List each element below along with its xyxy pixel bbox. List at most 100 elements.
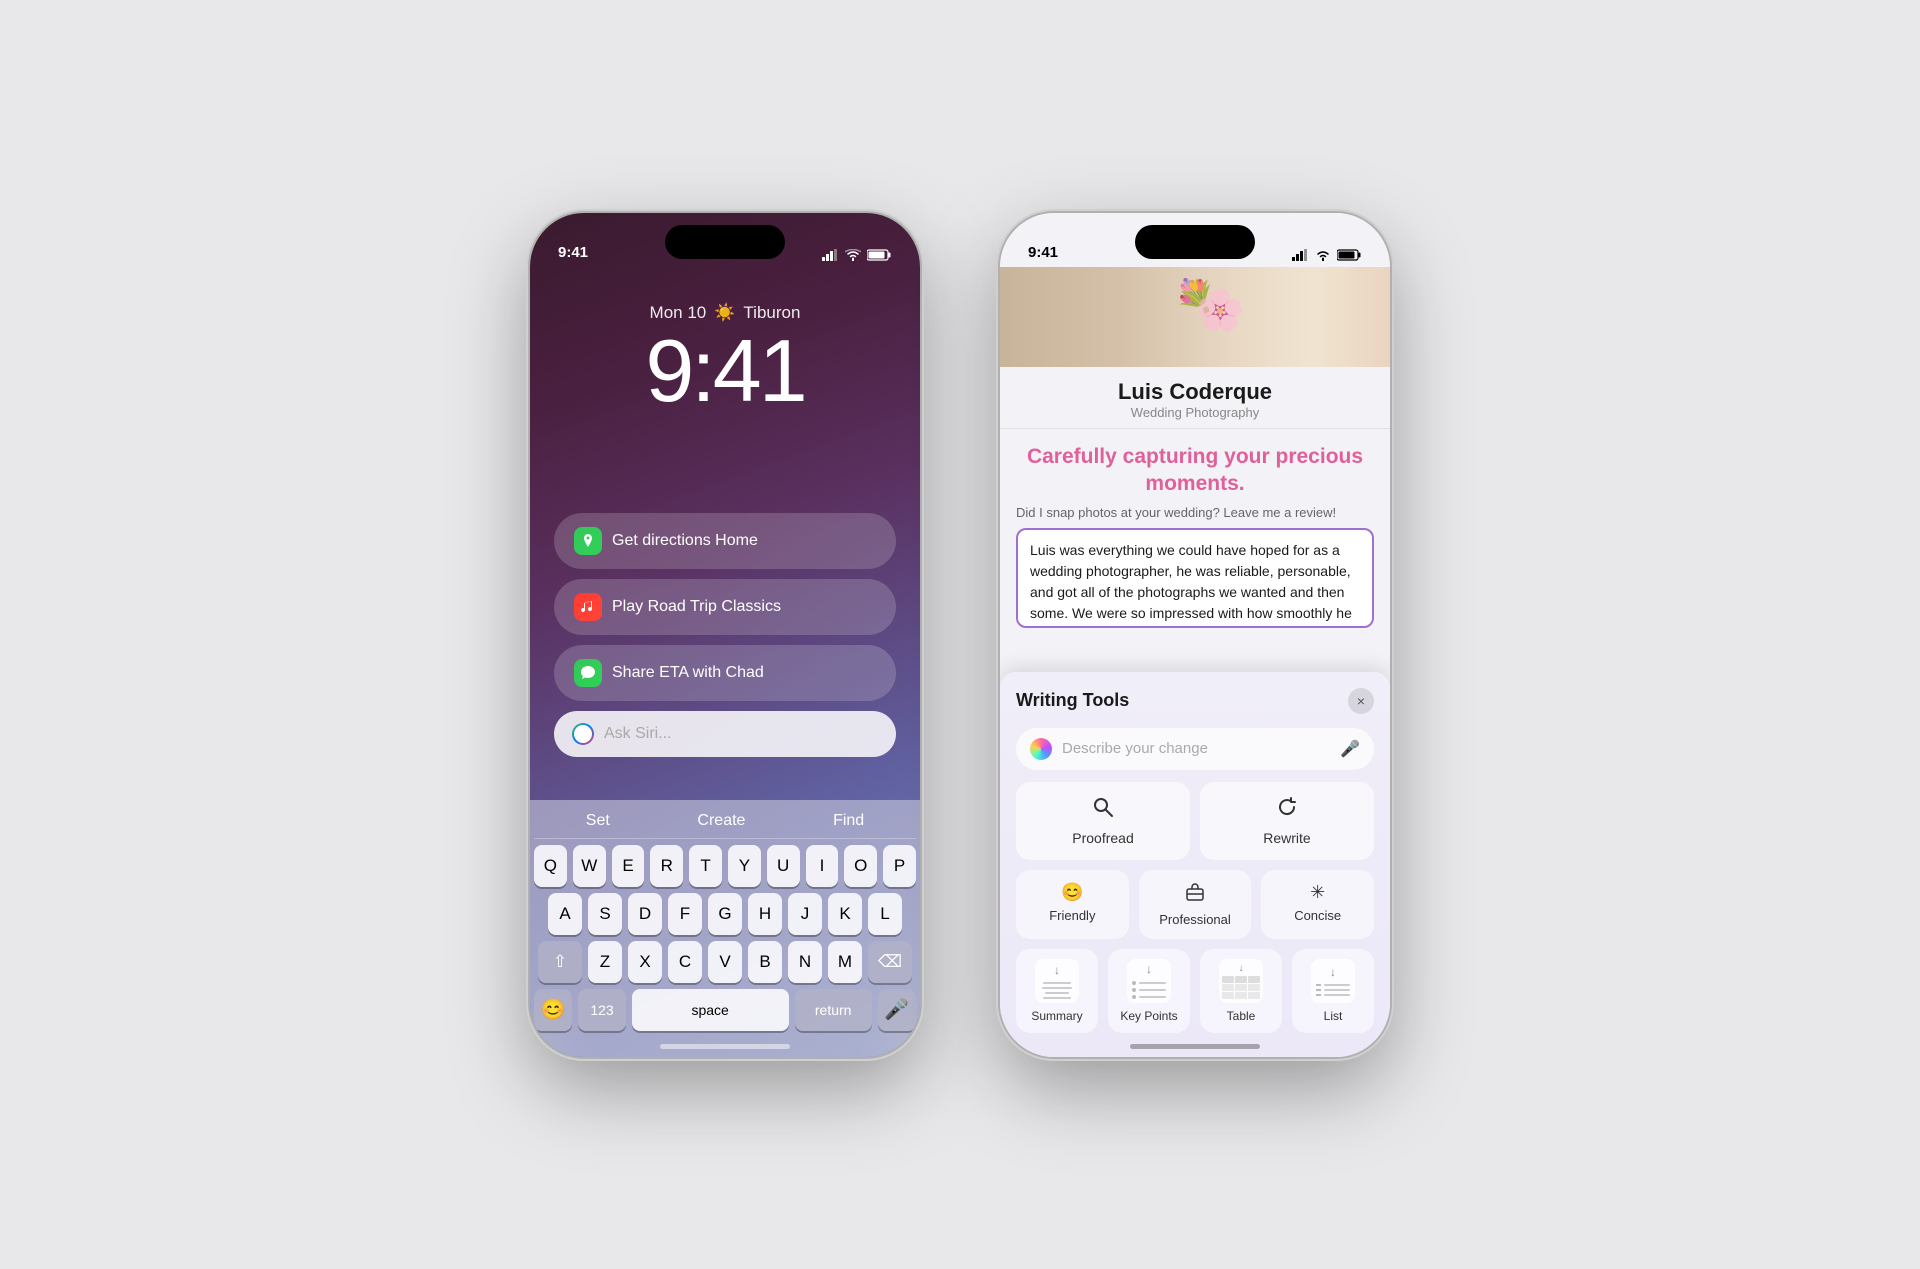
key-e[interactable]: E <box>612 845 645 887</box>
battery-icon-right <box>1337 249 1362 261</box>
key-z[interactable]: Z <box>588 941 622 983</box>
key-n[interactable]: N <box>788 941 822 983</box>
photo-banner: 💐 <box>1000 267 1390 367</box>
key-v[interactable]: V <box>708 941 742 983</box>
keyboard-row-3: ⇧ Z X C V B N M ⌫ <box>534 941 916 983</box>
table-button[interactable]: ↓ <box>1200 949 1282 1033</box>
key-b[interactable]: B <box>748 941 782 983</box>
key-g[interactable]: G <box>708 893 742 935</box>
suggestion-messages[interactable]: Share ETA with Chad <box>554 645 896 701</box>
signal-icon-right <box>1292 249 1309 261</box>
key-p[interactable]: P <box>883 845 916 887</box>
dynamic-island-right <box>1135 225 1255 259</box>
key-q[interactable]: Q <box>534 845 567 887</box>
format-row: ↓ Summary ↓ <box>1016 949 1374 1033</box>
lock-time: 9:41 <box>530 327 920 415</box>
keyboard-suggestion-2[interactable]: Find <box>833 812 864 830</box>
key-r[interactable]: R <box>650 845 683 887</box>
friendly-button[interactable]: 😊 Friendly <box>1016 870 1129 939</box>
lock-location: Tiburon <box>743 303 800 323</box>
status-time-left: 9:41 <box>558 244 588 261</box>
review-text: Luis was everything we could have hoped … <box>1030 542 1352 628</box>
summary-button[interactable]: ↓ Summary <box>1016 949 1098 1033</box>
rewrite-icon <box>1276 796 1298 824</box>
key-l[interactable]: L <box>868 893 902 935</box>
key-emoji[interactable]: 😊 <box>534 989 572 1031</box>
suggestion-music[interactable]: Play Road Trip Classics <box>554 579 896 635</box>
list-icon-box: ↓ <box>1311 959 1355 1003</box>
key-delete[interactable]: ⌫ <box>868 941 912 983</box>
tone-row: 😊 Friendly Professional ✳ Conc <box>1016 870 1374 939</box>
main-tools-row: Proofread Rewrite <box>1016 782 1374 860</box>
proofread-button[interactable]: Proofread <box>1016 782 1190 860</box>
key-123[interactable]: 123 <box>578 989 625 1031</box>
key-f[interactable]: F <box>668 893 702 935</box>
key-m[interactable]: M <box>828 941 862 983</box>
professional-button[interactable]: Professional <box>1139 870 1252 939</box>
key-h[interactable]: H <box>748 893 782 935</box>
photographer-subtitle: Wedding Photography <box>1000 405 1390 420</box>
wifi-icon <box>845 249 861 261</box>
weather-icon: ☀️ <box>714 303 735 323</box>
table-icon-box: ↓ <box>1219 959 1263 1003</box>
key-points-button[interactable]: ↓ Key Points <box>1108 949 1190 1033</box>
key-s[interactable]: S <box>588 893 622 935</box>
page-tagline: Carefully capturing your precious moment… <box>1000 429 1390 506</box>
close-writing-tools-button[interactable]: × <box>1348 688 1374 714</box>
suggestions-area: Get directions Home Play Road Trip Class… <box>554 513 896 757</box>
key-mic[interactable]: 🎤 <box>878 989 916 1031</box>
rewrite-label: Rewrite <box>1263 830 1310 846</box>
key-a[interactable]: A <box>548 893 582 935</box>
photographer-name: Luis Coderque <box>1000 379 1390 405</box>
maps-icon <box>574 527 602 555</box>
music-note-icon <box>580 599 596 615</box>
keyboard-suggestion-1[interactable]: Create <box>697 812 745 830</box>
summary-label: Summary <box>1031 1009 1082 1023</box>
lock-date-row: Mon 10 ☀️ Tiburon <box>530 303 920 323</box>
siri-bar[interactable]: Ask Siri... <box>554 711 896 757</box>
microphone-icon[interactable]: 🎤 <box>1340 739 1360 759</box>
key-d[interactable]: D <box>628 893 662 935</box>
key-shift[interactable]: ⇧ <box>538 941 582 983</box>
describe-change-input[interactable]: Describe your change 🎤 <box>1016 728 1374 770</box>
key-o[interactable]: O <box>844 845 877 887</box>
concise-label: Concise <box>1294 908 1341 923</box>
key-j[interactable]: J <box>788 893 822 935</box>
list-label: List <box>1324 1009 1343 1023</box>
proofread-icon <box>1092 796 1114 824</box>
key-k[interactable]: K <box>828 893 862 935</box>
list-button[interactable]: ↓ List <box>1292 949 1374 1033</box>
lock-date-time: Mon 10 ☀️ Tiburon 9:41 <box>530 303 920 415</box>
photographer-info: Luis Coderque Wedding Photography <box>1000 367 1390 429</box>
phone-left: 9:41 <box>530 213 920 1057</box>
music-icon <box>574 593 602 621</box>
messages-bubble-icon <box>580 665 596 681</box>
suggestion-messages-label: Share ETA with Chad <box>612 664 764 682</box>
suggestion-directions-label: Get directions Home <box>612 532 758 550</box>
keyboard-area: Set Create Find Q W E R T Y U I O P A S <box>530 800 920 1057</box>
key-t[interactable]: T <box>689 845 722 887</box>
keyboard-row-1: Q W E R T Y U I O P <box>534 845 916 887</box>
table-label: Table <box>1227 1009 1256 1023</box>
maps-pin-icon <box>580 533 596 549</box>
suggestion-directions[interactable]: Get directions Home <box>554 513 896 569</box>
key-w[interactable]: W <box>573 845 606 887</box>
key-c[interactable]: C <box>668 941 702 983</box>
writing-tools-panel: Writing Tools × Describe your change 🎤 <box>1000 672 1390 1057</box>
rewrite-button[interactable]: Rewrite <box>1200 782 1374 860</box>
status-icons-right <box>1292 249 1362 261</box>
key-x[interactable]: X <box>628 941 662 983</box>
key-y[interactable]: Y <box>728 845 761 887</box>
concise-button[interactable]: ✳ Concise <box>1261 870 1374 939</box>
key-u[interactable]: U <box>767 845 800 887</box>
banner-decoration: 💐 <box>1175 277 1215 315</box>
key-i[interactable]: I <box>806 845 839 887</box>
review-text-box[interactable]: Luis was everything we could have hoped … <box>1016 528 1374 628</box>
describe-placeholder-text: Describe your change <box>1062 740 1330 757</box>
writing-tools-header: Writing Tools × <box>1016 688 1374 714</box>
keyboard-suggestion-0[interactable]: Set <box>586 812 610 830</box>
signal-icon <box>822 249 839 261</box>
key-return[interactable]: return <box>795 989 872 1031</box>
key-space[interactable]: space <box>632 989 789 1031</box>
wifi-icon-right <box>1315 249 1331 261</box>
